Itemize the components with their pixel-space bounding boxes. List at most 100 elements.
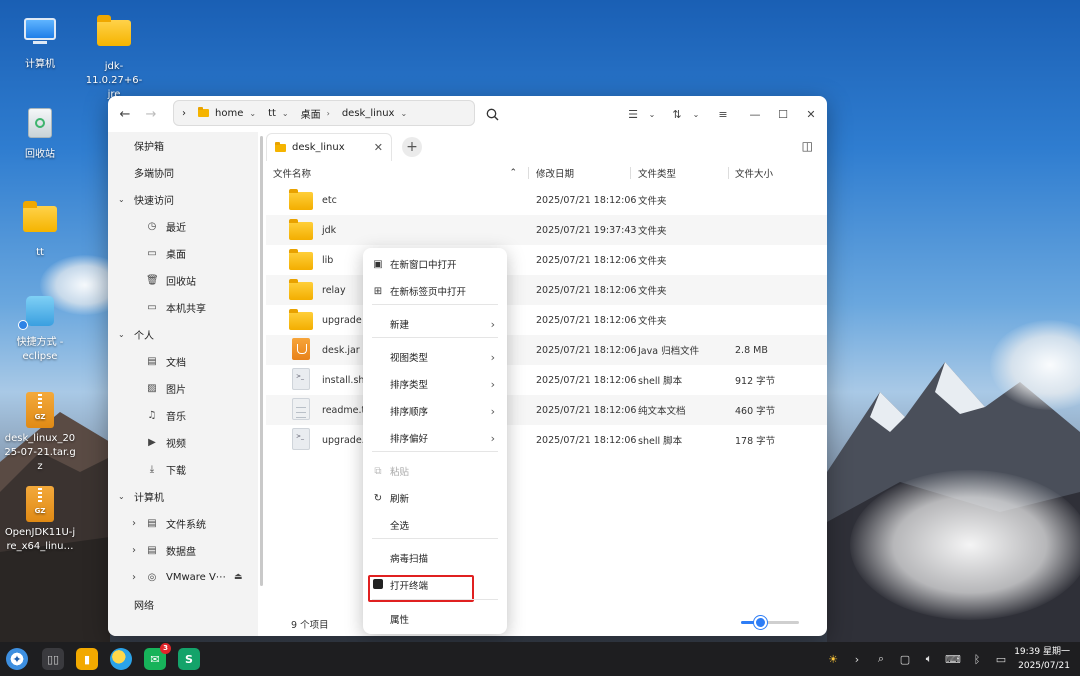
chat-tray-icon[interactable]: ▢ — [894, 642, 916, 676]
sidebar-item[interactable]: ▭ 桌面 — [108, 240, 258, 266]
tab-desk-linux[interactable]: desk_linux ✕ — [266, 133, 392, 161]
sidebar-item[interactable]: 🗑︎ 回收站 — [108, 267, 258, 293]
new-tab-button[interactable]: + — [402, 137, 422, 157]
chevron-down-icon[interactable]: ⌄ — [118, 195, 130, 204]
chevron-down-icon[interactable]: ⌄ — [282, 109, 289, 118]
chevron-right-icon[interactable]: › — [132, 518, 146, 529]
column-divider[interactable] — [528, 167, 529, 179]
sidebar-item[interactable]: ⤓ 下载 — [108, 456, 258, 482]
menu-item[interactable]: 排序类型 › — [363, 371, 507, 397]
sidebar-item[interactable]: ⌄ 计算机 — [108, 483, 258, 509]
sidebar-item[interactable]: ◷ 最近 — [108, 213, 258, 239]
column-modified[interactable]: 修改日期 — [536, 162, 574, 184]
sidebar-item[interactable]: ▨ 图片 — [108, 375, 258, 401]
chevron-down-icon[interactable]: ⌄ — [400, 109, 407, 118]
chevron-down-icon[interactable]: ⌄ — [118, 330, 130, 339]
file-row[interactable]: desk.jar 2025/07/21 18:12:06 Java 归档文件 2.8 … — [266, 335, 827, 365]
menu-item[interactable]: 打开终端 — [363, 572, 507, 598]
chevron-down-icon[interactable]: ⌄ — [118, 492, 130, 501]
close-icon[interactable]: ✕ — [799, 102, 823, 126]
file-manager-app-icon[interactable]: ▮ — [76, 648, 98, 670]
column-name[interactable]: 文件名称 ⌃ — [273, 162, 523, 184]
menu-icon[interactable]: ≡ — [711, 102, 735, 126]
brightness-icon[interactable]: ☀ — [822, 642, 844, 676]
file-row[interactable]: jdk 2025/07/21 19:37:43 文件夹 — [266, 215, 827, 245]
breadcrumb-expand[interactable]: › — [180, 101, 192, 125]
menu-item[interactable]: 视图类型 › — [363, 344, 507, 370]
desktop-icon-tt-folder[interactable]: tt — [0, 200, 80, 260]
desktop-icon-desk-linux-archive[interactable]: GZ desk_linux_2025-07-21.tar.gz — [0, 392, 80, 474]
zoom-slider-handle[interactable] — [753, 616, 767, 629]
keyboard-icon[interactable]: ⌨ — [942, 642, 964, 676]
zoom-slider[interactable] — [741, 616, 799, 629]
desktop-icon-jdk-folder[interactable]: jdk-11.0.27+6-jre — [74, 14, 154, 102]
file-row[interactable]: >_ upgrade.s 2025/07/21 18:12:06 shell 脚本 17… — [266, 425, 827, 455]
file-row[interactable]: relay 2025/07/21 18:12:06 文件夹 — [266, 275, 827, 305]
menu-item[interactable]: 排序顺序 › — [363, 398, 507, 424]
sidebar-item[interactable]: › ▤ 文件系统 — [108, 510, 258, 536]
clock[interactable]: 19:39 星期一 2025/07/21 — [1014, 645, 1070, 673]
chevron-right-icon[interactable]: › — [132, 572, 146, 583]
chevron-right-icon[interactable]: › — [132, 545, 146, 556]
file-row[interactable]: >_ install.sh 2025/07/21 18:12:06 shell 脚本 9… — [266, 365, 827, 395]
sidebar-item[interactable]: ▶ 视频 — [108, 429, 258, 455]
sidebar-item[interactable]: ▭ 本机共享 — [108, 294, 258, 320]
volume-icon[interactable]: 🔈︎ — [918, 642, 940, 676]
sort-icon[interactable]: ⇅ — [665, 102, 689, 126]
desktop-icon-openjdk-archive[interactable]: GZ OpenJDK11U-jre_x64_linu… — [0, 486, 80, 554]
file-row[interactable]: readme.t 2025/07/21 18:12:06 纯文本文档 460 字节 — [266, 395, 827, 425]
chat-app-icon[interactable]: ✉ 3 — [144, 643, 171, 670]
browser-app-icon[interactable] — [110, 648, 132, 670]
forward-button[interactable]: → — [138, 101, 164, 127]
sidebar-item[interactable]: › ◎ VMware V⋯ ⏏ — [108, 564, 258, 590]
column-divider[interactable] — [630, 167, 631, 179]
launcher-icon[interactable]: ✦ — [6, 648, 28, 670]
search-icon[interactable] — [480, 102, 504, 126]
sidebar-item[interactable]: 多端协同 — [108, 159, 258, 185]
maximize-icon[interactable]: ☐ — [771, 102, 795, 126]
chevron-down-icon[interactable]: ⌄ — [645, 102, 659, 126]
file-row[interactable]: etc 2025/07/21 18:12:06 文件夹 — [266, 185, 827, 215]
minimize-icon[interactable]: — — [743, 102, 767, 126]
sidebar-item[interactable]: 保护箱 — [108, 132, 258, 158]
sidebar-item[interactable]: ⌄ 个人 — [108, 321, 258, 347]
menu-item[interactable]: ↻ 刷新 — [363, 485, 507, 511]
column-type[interactable]: 文件类型 — [638, 162, 676, 184]
sidebar-item[interactable]: 网络 — [108, 591, 258, 617]
breadcrumb-tt[interactable]: tt ⌄ — [262, 101, 295, 125]
sidebar-item[interactable]: ▤ 文档 — [108, 348, 258, 374]
file-row[interactable]: lib 2025/07/21 18:12:06 文件夹 — [266, 245, 827, 275]
breadcrumb-home[interactable]: home ⌄ — [192, 101, 262, 125]
column-divider[interactable] — [728, 167, 729, 179]
desktop-icon-computer[interactable]: 计算机 — [0, 14, 80, 72]
sidebar-item[interactable]: ⌄ 快速访问 — [108, 186, 258, 212]
sidebar-item[interactable]: ♫ 音乐 — [108, 402, 258, 428]
tray-expand-icon[interactable]: › — [846, 642, 868, 676]
column-size[interactable]: 文件大小 — [735, 162, 773, 184]
notification-icon[interactable]: ▭ — [990, 642, 1012, 676]
sidebar-item[interactable]: › ▤ 数据盘 — [108, 537, 258, 563]
search-icon[interactable]: ⌕ — [870, 642, 892, 676]
menu-item[interactable]: 新建 › — [363, 311, 507, 337]
breadcrumb-desk-linux[interactable]: desk_linux ⌄ — [336, 101, 413, 125]
chevron-down-icon[interactable]: ⌄ — [689, 102, 703, 126]
multitask-view-icon[interactable]: ▯▯ — [42, 648, 64, 670]
chevron-right-icon[interactable]: › — [327, 109, 330, 118]
desktop-icon-trash[interactable]: 回收站 — [0, 106, 80, 162]
bluetooth-off-icon[interactable]: ᛒ — [966, 642, 988, 676]
desktop-icon-eclipse-shortcut[interactable]: 快捷方式 - eclipse — [0, 296, 80, 364]
menu-item[interactable]: 全选 — [363, 512, 507, 538]
menu-item[interactable]: 排序偏好 › — [363, 425, 507, 451]
eject-icon[interactable]: ⏏ — [234, 572, 243, 582]
file-row[interactable]: upgrade 2025/07/21 18:12:06 文件夹 — [266, 305, 827, 335]
chevron-down-icon[interactable]: ⌄ — [249, 109, 256, 118]
close-icon[interactable]: ✕ — [374, 141, 383, 154]
detail-panel-icon[interactable]: ◫ — [802, 139, 813, 153]
menu-item[interactable]: ▣ 在新窗口中打开 — [363, 251, 507, 277]
menu-item[interactable]: 属性 — [363, 606, 507, 632]
breadcrumb-desktop[interactable]: 桌面 › — [295, 101, 336, 125]
back-button[interactable]: ← — [112, 101, 138, 127]
menu-item[interactable]: ⊞ 在新标签页中打开 — [363, 278, 507, 304]
office-app-icon[interactable]: S — [178, 648, 200, 670]
menu-item[interactable]: 病毒扫描 — [363, 545, 507, 571]
